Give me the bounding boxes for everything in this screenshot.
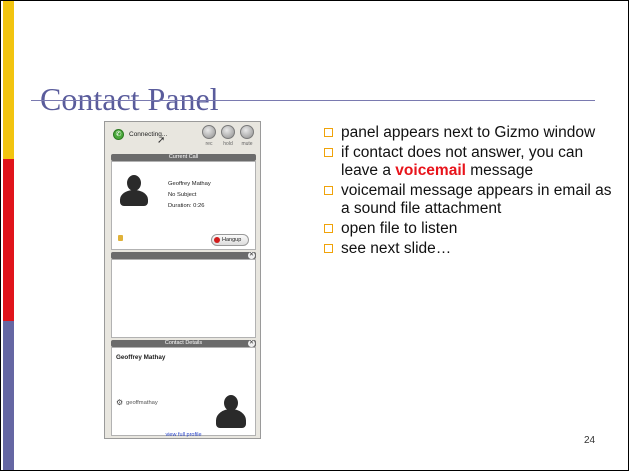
bullet-list: panel appears next to Gizmo window if co… [324, 124, 624, 260]
square-bullet-icon [324, 224, 333, 233]
lock-icon [118, 235, 123, 241]
empty-section [111, 259, 256, 338]
close-icon[interactable]: ✕ [248, 340, 255, 347]
bullet-text: see next slide… [341, 240, 452, 257]
contact-username: geoffmathay [126, 400, 158, 406]
phone-connecting-icon: ✆ [113, 129, 124, 140]
hangup-icon [214, 237, 220, 243]
contact-details-section: Geoffrey Mathay ⚙ geoffmathay view full … [111, 347, 256, 438]
bullet-item: voicemail message appears in email as a … [324, 182, 624, 218]
accent-bar-yellow [3, 1, 14, 159]
title-divider [31, 100, 595, 101]
bullet-item: see next slide… [324, 240, 624, 258]
square-bullet-icon [324, 186, 333, 195]
accent-bar-blue [3, 321, 14, 470]
call-subject: No Subject [168, 192, 197, 198]
hangup-label: Hangup [222, 237, 242, 243]
bullet-item: panel appears next to Gizmo window [324, 124, 624, 142]
rec-label: rec [205, 141, 213, 147]
hold-label: hold [223, 141, 233, 147]
rec-button[interactable] [202, 125, 216, 139]
slide: Contact Panel ✆ Connecting... ➚ rec hold… [0, 0, 629, 471]
mute-button[interactable] [240, 125, 254, 139]
gear-icon[interactable]: ⚙ [116, 399, 123, 407]
square-bullet-icon [324, 128, 333, 137]
view-full-profile-link[interactable]: view full profile [112, 432, 255, 438]
bullet-text: panel appears next to Gizmo window [341, 124, 596, 141]
call-duration: Duration: 0:26 [168, 203, 205, 209]
mute-label: mute [241, 141, 253, 147]
bullet-text-post: message [465, 162, 534, 179]
contact-details-title: Contact Details [164, 340, 203, 346]
current-call-section: Geoffrey Mathay No Subject Duration: 0:2… [111, 161, 256, 250]
details-contact-name: Geoffrey Mathay [116, 354, 166, 361]
empty-section-header: ✕ [111, 252, 256, 259]
contact-panel-screenshot: ✆ Connecting... ➚ rec hold mute Current … [104, 121, 261, 439]
square-bullet-icon [324, 148, 333, 157]
hold-button[interactable] [221, 125, 235, 139]
bullet-text: open file to listen [341, 220, 458, 237]
square-bullet-icon [324, 244, 333, 253]
page-number: 24 [584, 435, 596, 446]
close-icon[interactable]: ✕ [248, 252, 255, 259]
current-call-header: Current Call [111, 154, 256, 161]
bullet-item: if contact does not answer, you can leav… [324, 144, 624, 180]
contact-details-header: Contact Details ✕ [111, 340, 256, 347]
call-contact-name: Geoffrey Mathay [168, 181, 211, 187]
mouse-cursor-icon: ➚ [157, 135, 166, 146]
voicemail-highlight: voicemail [395, 162, 466, 179]
panel-toolbar: ✆ Connecting... ➚ rec hold mute [107, 122, 258, 152]
bullet-item: open file to listen [324, 220, 624, 238]
accent-bar-red [3, 159, 14, 321]
hangup-button[interactable]: Hangup [211, 234, 249, 246]
bullet-text: voicemail message appears in email as a … [341, 182, 612, 217]
